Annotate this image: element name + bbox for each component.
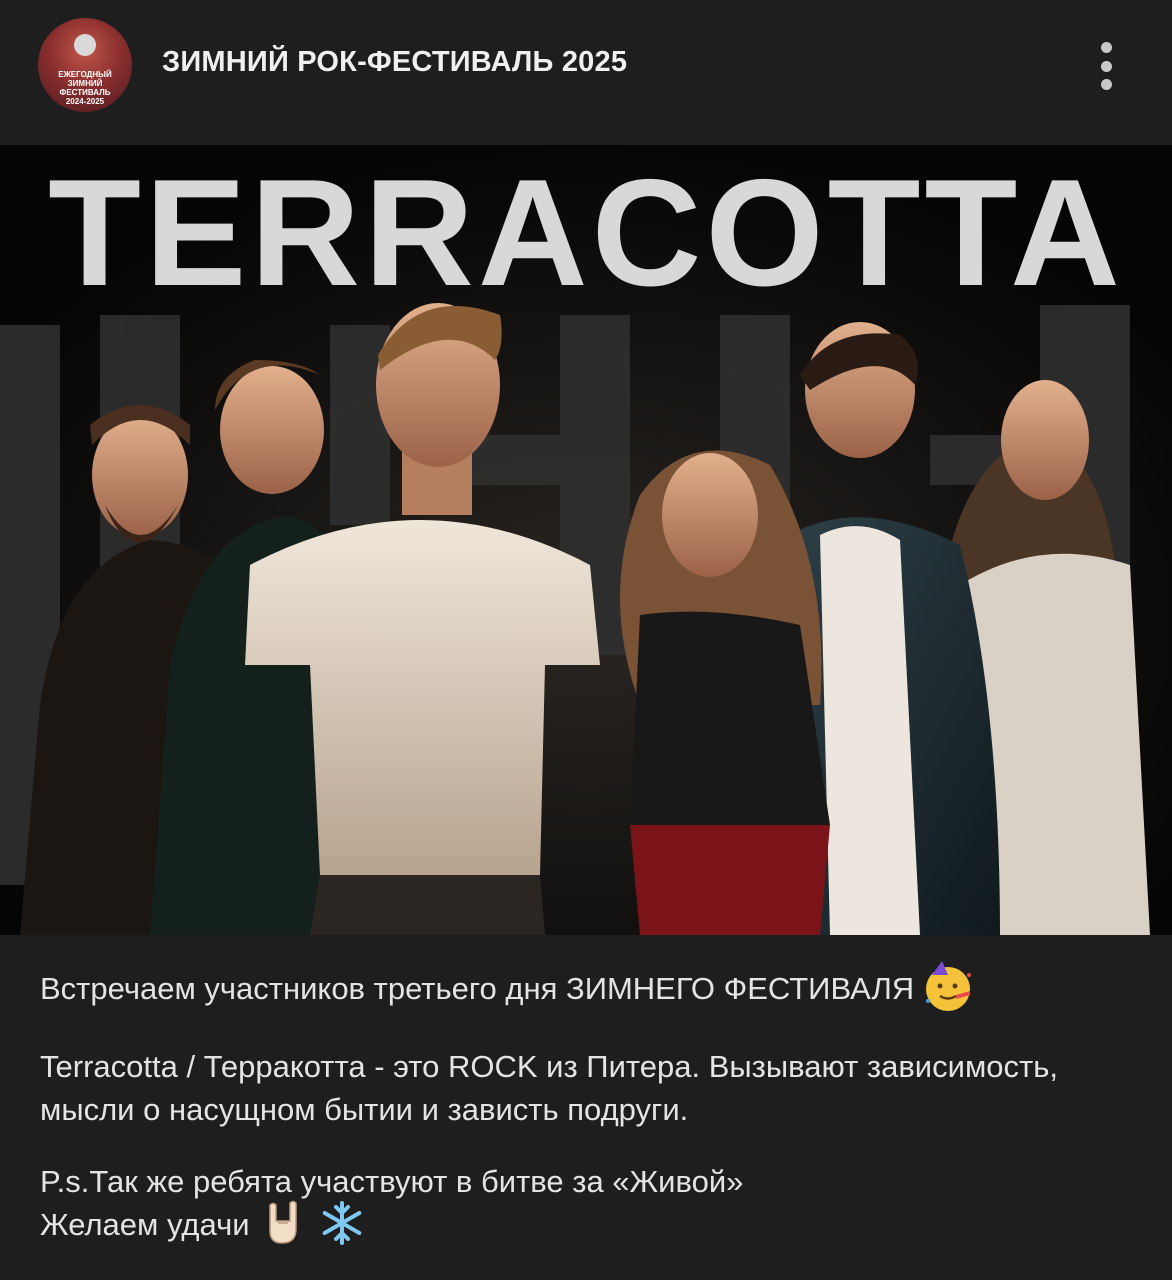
post-paragraph-2: Terracotta / Терракотта - это ROCK из Пи… xyxy=(40,1049,1058,1127)
post-line-1: Встречаем участников третьего дня ЗИМНЕГ… xyxy=(40,961,974,1017)
snowflake-emoji xyxy=(322,1201,361,1245)
band-poster-image[interactable]: TERRACOTTA xyxy=(0,145,1172,935)
avatar-caption: ЕЖЕГОДНЫЙ ЗИМНИЙ ФЕСТИВАЛЬ 2024-2025 xyxy=(58,70,112,106)
post-line-4: Желаем удачи xyxy=(40,1207,250,1243)
channel-avatar[interactable]: ЕЖЕГОДНЫЙ ЗИМНИЙ ФЕСТИВАЛЬ 2024-2025 xyxy=(38,18,132,112)
post-paragraph-3: P.s.Так же ребята участвуют в битве за «… xyxy=(40,1160,1120,1251)
post-line-1-text: Встречаем участников третьего дня ЗИМНЕГ… xyxy=(40,971,915,1007)
more-vertical-icon[interactable] xyxy=(1088,38,1124,94)
post-line-3: P.s.Так же ребята участвуют в битве за «… xyxy=(40,1164,744,1199)
band-name-title: TERRACOTTA xyxy=(48,148,1124,318)
channel-title[interactable]: ЗИМНИЙ РОК-ФЕСТИВАЛЬ 2025 xyxy=(162,46,627,79)
rock-hand-emoji xyxy=(268,1200,297,1244)
post-header: ЕЖЕГОДНЫЙ ЗИМНИЙ ФЕСТИВАЛЬ 2024-2025 ЗИМ… xyxy=(0,0,1172,145)
festival-logo-icon xyxy=(74,34,96,56)
poster-illustration: TERRACOTTA xyxy=(0,145,1172,935)
partying-face-emoji xyxy=(926,961,972,1011)
